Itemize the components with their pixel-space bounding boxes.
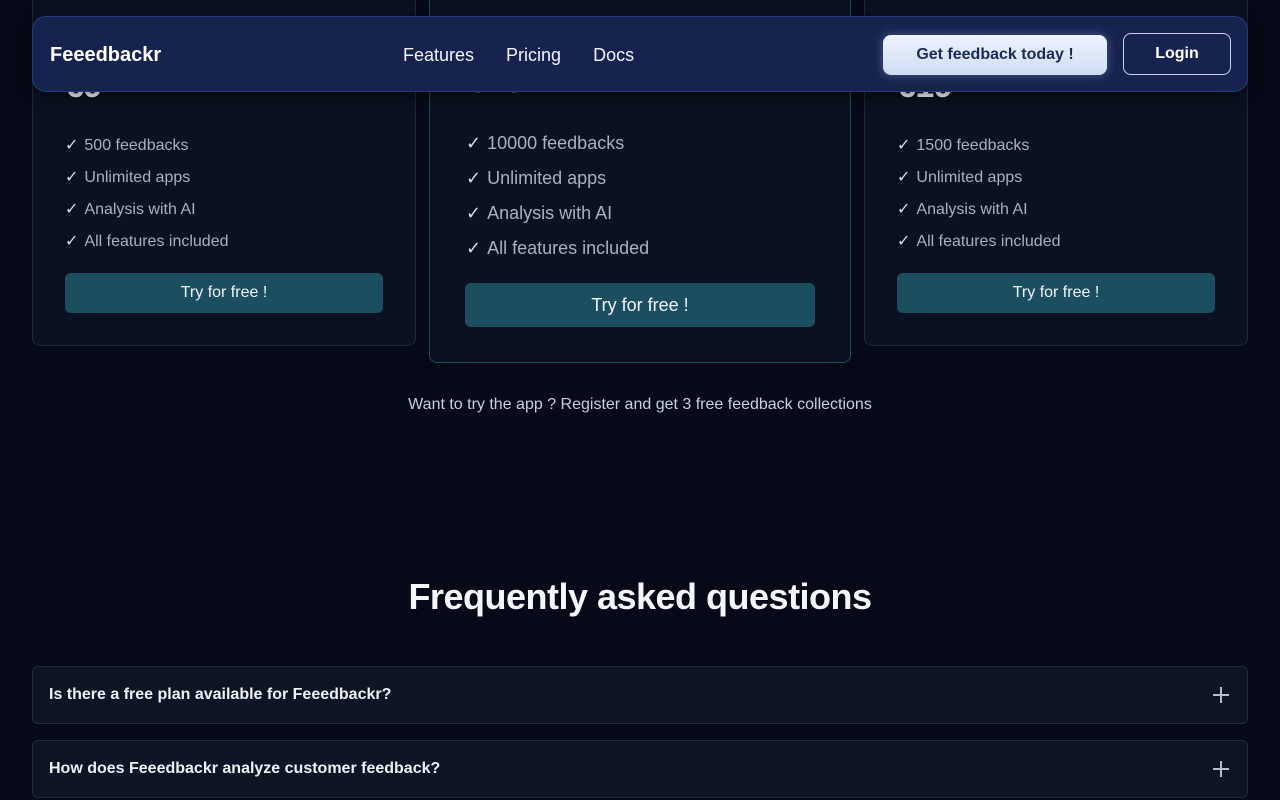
try-for-free-button[interactable]: Try for free ! (897, 273, 1215, 313)
plus-icon[interactable] (1213, 761, 1229, 777)
feature-label: Analysis with AI (487, 203, 613, 223)
faq-question: Is there a free plan available for Feeed… (49, 686, 392, 703)
feature-label: All features included (916, 233, 1061, 250)
brand-logo[interactable]: Feeedbackr (50, 17, 161, 93)
register-note: Want to try the app ? Register and get 3… (408, 396, 872, 413)
feature-label: 10000 feedbacks (487, 133, 625, 153)
check-icon: ✓ (466, 168, 482, 188)
faq-title: Frequently asked questions (408, 576, 872, 617)
check-icon: ✓ (466, 238, 482, 258)
feature-item: ✓ Analysis with AI (466, 196, 649, 231)
faq-item[interactable]: Is there a free plan available for Feeed… (32, 666, 1248, 724)
feature-item: ✓ Unlimited apps (897, 162, 1061, 194)
plus-icon[interactable] (1213, 687, 1229, 703)
feature-item: ✓ 500 feedbacks (65, 130, 229, 162)
check-icon: ✓ (897, 137, 911, 154)
top-navbar: Feeedbackr Features Pricing Docs Get fee… (32, 16, 1248, 92)
feature-item: ✓ All features included (466, 231, 649, 266)
feature-item: ✓ Unlimited apps (466, 161, 649, 196)
feature-item: ✓ 10000 feedbacks (466, 126, 649, 161)
get-feedback-button[interactable]: Get feedback today ! (883, 35, 1107, 75)
check-icon: ✓ (65, 137, 79, 154)
feature-label: Analysis with AI (84, 201, 196, 218)
nav-link-features[interactable]: Features (403, 45, 474, 66)
nav-links: Features Pricing Docs (403, 17, 634, 93)
feature-label: All features included (84, 233, 229, 250)
login-button[interactable]: Login (1123, 33, 1231, 75)
feature-label: Unlimited apps (487, 168, 607, 188)
nav-link-pricing[interactable]: Pricing (506, 45, 561, 66)
check-icon: ✓ (897, 201, 911, 218)
feature-label: 1500 feedbacks (916, 137, 1030, 154)
feature-label: 500 feedbacks (84, 137, 189, 154)
feature-list: ✓ 1500 feedbacks ✓ Unlimited apps ✓ Analysi… (897, 130, 1061, 258)
faq-item[interactable]: How does Feeedbackr analyze customer fee… (32, 740, 1248, 798)
feature-list: ✓ 500 feedbacks ✓ Unlimited apps ✓ Analysis… (65, 130, 229, 258)
check-icon: ✓ (466, 203, 482, 223)
feature-item: ✓ Analysis with AI (897, 194, 1061, 226)
feature-label: All features included (487, 238, 650, 258)
feature-label: Unlimited apps (84, 169, 191, 186)
feature-item: ✓ Analysis with AI (65, 194, 229, 226)
faq-question: How does Feeedbackr analyze customer fee… (49, 760, 441, 777)
feature-item: ✓ 1500 feedbacks (897, 130, 1061, 162)
feature-item: ✓ Unlimited apps (65, 162, 229, 194)
try-for-free-button[interactable]: Try for free ! (465, 283, 815, 327)
nav-link-docs[interactable]: Docs (593, 45, 634, 66)
feature-list: ✓ 10000 feedbacks ✓ Unlimited apps ✓ Analys… (466, 126, 649, 266)
feature-label: Analysis with AI (916, 201, 1028, 218)
check-icon: ✓ (65, 233, 79, 250)
try-for-free-button[interactable]: Try for free ! (65, 273, 383, 313)
feature-label: Unlimited apps (916, 169, 1023, 186)
check-icon: ✓ (897, 233, 911, 250)
check-icon: ✓ (897, 169, 911, 186)
feature-item: ✓ All features included (897, 226, 1061, 258)
check-icon: ✓ (65, 169, 79, 186)
feature-item: ✓ All features included (65, 226, 229, 258)
check-icon: ✓ (65, 201, 79, 218)
check-icon: ✓ (466, 133, 482, 153)
